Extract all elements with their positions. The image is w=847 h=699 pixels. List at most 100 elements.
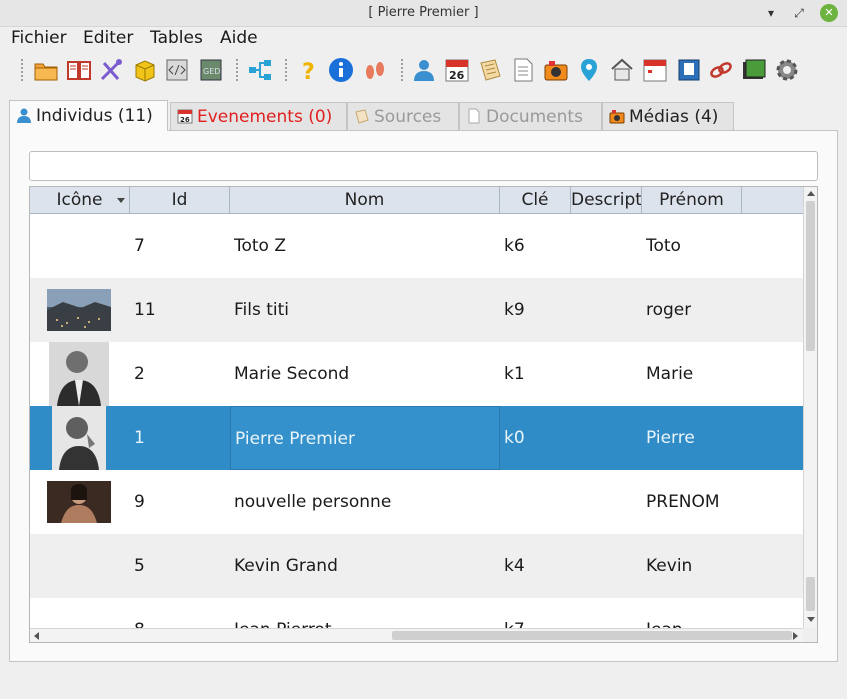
cell-cle: k9	[504, 300, 525, 320]
cell-nom: Toto Z	[234, 236, 287, 256]
document-icon[interactable]	[510, 57, 536, 83]
info-icon[interactable]	[328, 57, 354, 83]
minimize-button[interactable]: ▾	[762, 4, 780, 22]
toolbar-grip	[20, 58, 24, 82]
document-icon	[466, 108, 482, 124]
column-label: Description	[571, 190, 642, 210]
cell-nom: Pierre Premier	[230, 406, 500, 470]
house-icon[interactable]	[609, 57, 635, 83]
table-row[interactable]: 9 nouvelle personne PRENOM	[30, 470, 805, 534]
column-header-nom[interactable]: Nom	[230, 187, 500, 214]
box-icon[interactable]	[132, 57, 158, 83]
cell-cle: k0	[504, 428, 525, 448]
table-row[interactable]: 2 Marie Second k1 Marie	[30, 342, 805, 406]
cell-id: 1	[134, 428, 145, 448]
table-row[interactable]: 11 Fils titi k9 roger	[30, 278, 805, 342]
close-button[interactable]: ✕	[820, 4, 838, 22]
tab-medias[interactable]: Médias (4)	[602, 102, 734, 130]
cell-cle: k1	[504, 364, 525, 384]
horizontal-scrollbar[interactable]	[30, 628, 805, 642]
cell-id: 7	[134, 236, 145, 256]
horizontal-scroll-thumb[interactable]	[392, 631, 792, 640]
column-header-cle[interactable]: Clé	[500, 187, 571, 214]
ged-icon[interactable]: GED	[198, 57, 224, 83]
repository-icon[interactable]	[676, 57, 702, 83]
help-icon[interactable]: ?	[296, 57, 322, 83]
vertical-scrollbar[interactable]	[803, 187, 817, 628]
menu-editer[interactable]: Editer	[83, 28, 133, 48]
column-label: Id	[171, 190, 188, 210]
cell-id: 11	[134, 300, 156, 320]
landscape-photo-thumbnail	[47, 278, 111, 342]
cell-prenom: Marie	[646, 364, 694, 384]
calendar-icon[interactable]: 26	[444, 57, 470, 83]
column-label: Prénom	[659, 190, 724, 210]
column-header-icone[interactable]: Icône	[30, 187, 130, 214]
map-pin-icon[interactable]	[576, 57, 602, 83]
cell-prenom: Pierre	[646, 428, 695, 448]
vertical-scroll-track[interactable]	[806, 577, 815, 611]
menu-tables[interactable]: Tables	[150, 28, 203, 48]
svg-text:26: 26	[449, 69, 465, 82]
toolbar-separator-2	[284, 58, 288, 82]
cell-nom: Kevin Grand	[234, 556, 338, 576]
cell-id: 9	[134, 492, 145, 512]
settings-icon[interactable]	[774, 57, 800, 83]
table-row[interactable]: 7 Toto Z k6 Toto	[30, 214, 805, 278]
person-icon	[16, 107, 32, 123]
tab-sources[interactable]: Sources	[347, 102, 459, 130]
tab-evenements[interactable]: 26 Evenements (0)	[170, 102, 347, 130]
column-label: Nom	[344, 190, 385, 210]
cell-prenom: PRENOM	[646, 492, 720, 512]
woman-photo-thumbnail	[47, 470, 111, 534]
source-icon[interactable]	[477, 57, 503, 83]
tab-label: Sources	[374, 107, 442, 127]
media-icon[interactable]	[741, 57, 767, 83]
table-row-selected[interactable]: 1 Pierre Premier k0 Pierre	[30, 406, 805, 470]
cell-prenom: Toto	[646, 236, 681, 256]
cell-id: 5	[134, 556, 145, 576]
code-icon[interactable]	[164, 57, 190, 83]
column-header-id[interactable]: Id	[130, 187, 230, 214]
scroll-down-icon[interactable]	[807, 617, 815, 622]
event-calendar-icon[interactable]	[642, 57, 668, 83]
tab-individus[interactable]: Individus (11)	[9, 100, 168, 131]
column-header-prenom[interactable]: Prénom	[642, 187, 742, 214]
menu-bar: Fichier Editer Tables Aide	[0, 27, 847, 51]
camera-icon[interactable]	[543, 57, 569, 83]
cell-cle: k6	[504, 236, 525, 256]
portrait-photo-thumbnail	[47, 342, 111, 406]
tab-label: Individus (11)	[36, 106, 153, 126]
table-body: 7 Toto Z k6 Toto 11 Fils titi k9 roger 2…	[30, 214, 805, 628]
cell-nom: Fils titi	[234, 300, 290, 320]
vertical-scroll-thumb[interactable]	[806, 201, 815, 351]
maximize-button[interactable]: ⤢	[790, 4, 808, 22]
column-header-description[interactable]: Description	[571, 187, 642, 214]
cell-prenom: Kevin	[646, 556, 693, 576]
individus-table: Icône Id Nom Clé Description Prénom 7 To…	[29, 186, 818, 643]
cell-cle: k4	[504, 556, 525, 576]
link-icon[interactable]	[708, 57, 734, 83]
footprints-icon[interactable]	[362, 57, 388, 83]
table-row[interactable]: 5 Kevin Grand k4 Kevin	[30, 534, 805, 598]
cell-nom: Jean Pierrot	[234, 598, 332, 628]
search-input[interactable]	[29, 151, 818, 181]
sort-arrow-icon	[117, 198, 125, 203]
scroll-left-icon[interactable]	[34, 632, 39, 640]
book-icon[interactable]	[66, 57, 92, 83]
scroll-up-icon[interactable]	[807, 191, 815, 196]
cell-prenom: roger	[646, 300, 692, 320]
menu-aide[interactable]: Aide	[220, 28, 258, 48]
person-icon[interactable]	[411, 57, 437, 83]
title-bar: [ Pierre Premier ] ▾ ⤢ ✕	[0, 0, 847, 27]
column-label: Icône	[56, 190, 103, 210]
tree-icon[interactable]	[247, 57, 273, 83]
menu-fichier[interactable]: Fichier	[11, 28, 67, 48]
table-row[interactable]: 8 Jean Pierrot k7 Jean	[30, 598, 805, 628]
tools-icon[interactable]	[98, 57, 124, 83]
folder-icon[interactable]	[33, 57, 59, 83]
scroll-right-icon[interactable]	[793, 632, 798, 640]
portrait-photo-thumbnail	[47, 406, 111, 470]
cell-prenom: Jean	[646, 598, 683, 628]
tab-documents[interactable]: Documents	[459, 102, 602, 130]
